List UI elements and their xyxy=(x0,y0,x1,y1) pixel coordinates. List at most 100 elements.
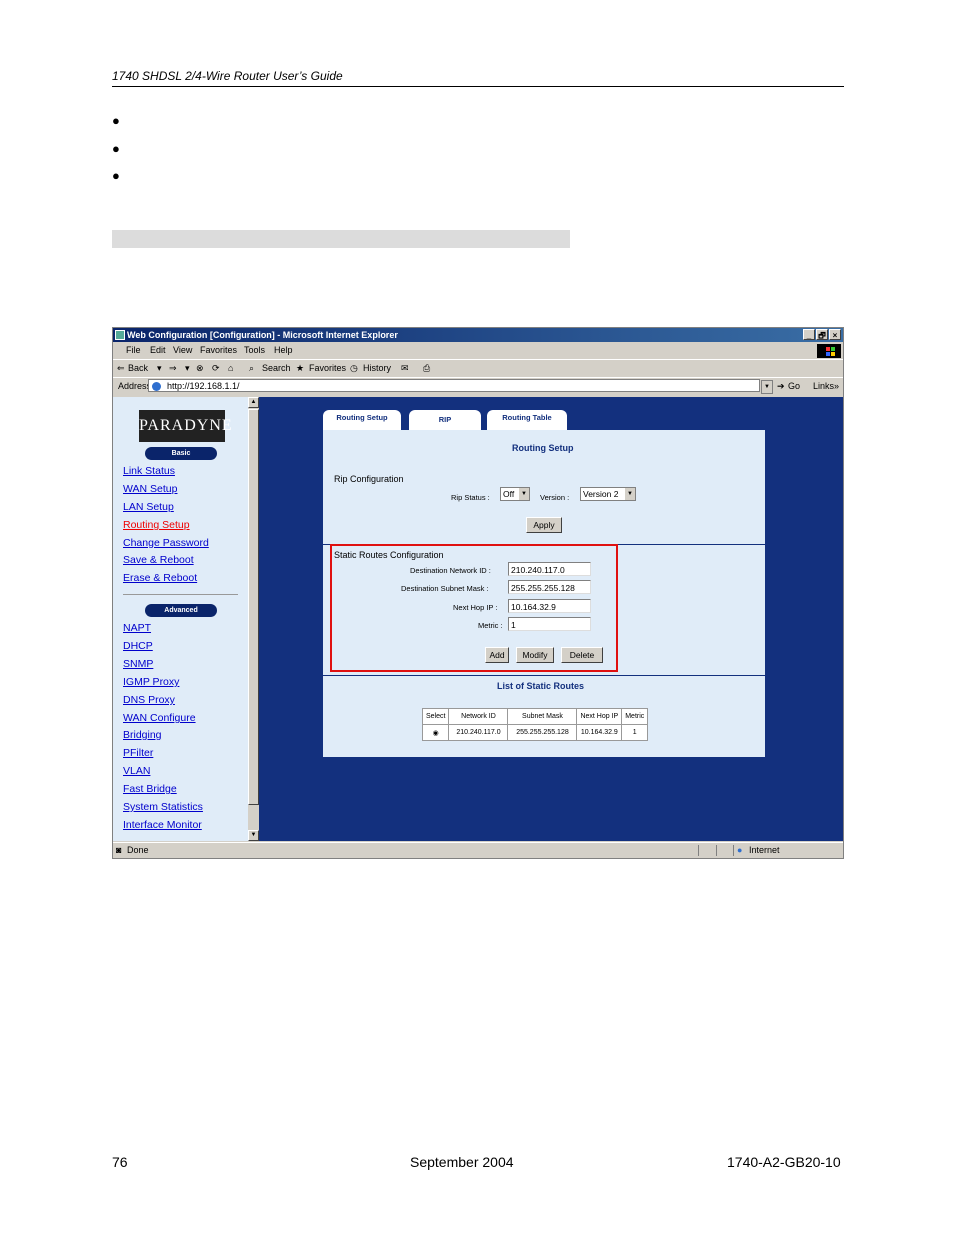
address-dropdown-icon[interactable]: ▼ xyxy=(761,380,773,394)
back-button[interactable]: Back xyxy=(128,360,148,377)
favorites-icon[interactable]: ★ xyxy=(296,360,304,377)
dest-network-label: Destination Network ID : xyxy=(410,566,491,575)
search-icon[interactable]: ⌕ xyxy=(249,360,254,377)
sidebar-scrollbar[interactable]: ▲ ▼ xyxy=(248,397,259,841)
nav-fast-bridge[interactable]: Fast Bridge xyxy=(123,783,177,795)
links-button[interactable]: Links xyxy=(813,378,834,395)
nav-vlan[interactable]: VLAN xyxy=(123,765,150,777)
dest-network-input[interactable]: 210.240.117.0 xyxy=(508,562,591,576)
forward-button[interactable]: ⇒ xyxy=(169,360,177,377)
nav-igmp-proxy[interactable]: IGMP Proxy xyxy=(123,676,179,688)
column-header: Subnet Mask xyxy=(507,708,578,725)
sidebar: PARADYNE Basic Link Status WAN Setup LAN… xyxy=(113,397,259,841)
metric-label: Metric : xyxy=(478,621,503,630)
address-input[interactable]: http://192.168.1.1/ xyxy=(148,379,760,392)
history-button[interactable]: History xyxy=(363,360,391,377)
close-button[interactable]: × xyxy=(829,329,841,340)
tab-routing-setup[interactable]: Routing Setup xyxy=(323,410,401,430)
nav-change-password[interactable]: Change Password xyxy=(123,537,209,549)
nav-save-reboot[interactable]: Save & Reboot xyxy=(123,554,194,566)
dest-mask-input[interactable]: 255.255.255.128 xyxy=(508,580,591,594)
scroll-up-icon[interactable]: ▲ xyxy=(248,397,259,408)
search-button[interactable]: Search xyxy=(262,360,291,377)
nav-dhcp[interactable]: DHCP xyxy=(123,640,153,652)
apply-button[interactable]: Apply xyxy=(526,517,562,533)
nav-routing-setup[interactable]: Routing Setup xyxy=(123,519,190,531)
rip-section-label: Rip Configuration xyxy=(334,474,404,484)
dropdown-arrow-icon[interactable]: ▾ xyxy=(185,360,190,377)
scrollbar-thumb[interactable] xyxy=(248,409,259,805)
dest-mask-label: Destination Subnet Mask : xyxy=(401,584,489,593)
nav-system-statistics[interactable]: System Statistics xyxy=(123,801,203,813)
rip-status-value: Off xyxy=(503,489,515,499)
table-header-row: Select Network ID Subnet Mask Next Hop I… xyxy=(421,708,649,725)
nav-interface-monitor[interactable]: Interface Monitor xyxy=(123,819,202,831)
nav-dns-proxy[interactable]: DNS Proxy xyxy=(123,694,175,706)
menu-tools[interactable]: Tools xyxy=(244,343,265,358)
menu-help[interactable]: Help xyxy=(274,343,293,358)
tab-rip[interactable]: RIP xyxy=(409,410,481,430)
status-divider xyxy=(733,845,734,856)
favorites-button[interactable]: Favorites xyxy=(309,360,346,377)
menu-favorites[interactable]: Favorites xyxy=(200,343,237,358)
status-divider xyxy=(698,845,699,856)
minimize-button[interactable]: _ xyxy=(803,329,815,340)
routing-setup-panel: Routing Setup Rip Configuration Rip Stat… xyxy=(323,430,765,757)
add-button[interactable]: Add xyxy=(485,647,509,663)
scroll-down-icon[interactable]: ▼ xyxy=(248,830,259,841)
document-header-title: 1740 SHDSL 2/4-Wire Router User’s Guide xyxy=(112,69,343,83)
dropdown-arrow-icon[interactable]: ▾ xyxy=(157,360,162,377)
main-content: Routing Setup RIP Routing Table Routing … xyxy=(259,397,843,841)
nav-erase-reboot[interactable]: Erase & Reboot xyxy=(123,572,197,584)
menu-view[interactable]: View xyxy=(173,343,192,358)
version-select[interactable]: Version 2 ▼ xyxy=(580,487,636,501)
refresh-icon[interactable]: ⟳ xyxy=(212,360,220,377)
delete-button[interactable]: Delete xyxy=(561,647,603,663)
column-header: Network ID xyxy=(448,708,509,725)
modify-button[interactable]: Modify xyxy=(516,647,554,663)
page-icon xyxy=(152,382,161,391)
nav-pfilter[interactable]: PFilter xyxy=(123,747,153,759)
sidebar-divider xyxy=(123,594,238,595)
cell-network-id: 210.240.117.0 xyxy=(448,724,509,741)
nav-link-status[interactable]: Link Status xyxy=(123,465,175,477)
print-icon[interactable]: ⎙ xyxy=(423,360,430,377)
maximize-button[interactable]: 🗗 xyxy=(816,329,828,340)
select-radio[interactable]: ◉ xyxy=(421,724,450,741)
chevron-right-icon[interactable]: » xyxy=(834,378,839,395)
bullet: ● xyxy=(112,141,120,156)
status-divider xyxy=(716,845,717,856)
address-value: http://192.168.1.1/ xyxy=(167,381,240,391)
nav-lan-setup[interactable]: LAN Setup xyxy=(123,501,174,513)
back-arrow-icon[interactable]: ⇐ xyxy=(117,360,125,377)
go-button[interactable]: Go xyxy=(788,378,800,395)
basic-section-badge: Basic xyxy=(145,447,217,460)
ie-icon xyxy=(115,330,125,340)
stop-icon[interactable]: ⊗ xyxy=(196,360,204,377)
menu-edit[interactable]: Edit xyxy=(150,343,166,358)
metric-input[interactable]: 1 xyxy=(508,617,591,631)
footer-page-number: 76 xyxy=(112,1154,128,1170)
address-label: Address xyxy=(118,381,152,391)
chevron-down-icon: ▼ xyxy=(519,488,529,500)
nav-bridging[interactable]: Bridging xyxy=(123,729,162,741)
nav-wan-configure[interactable]: WAN Configure xyxy=(123,712,196,724)
rip-status-select[interactable]: Off ▼ xyxy=(500,487,530,501)
status-bar: ◙ Done ● Internet xyxy=(113,842,843,858)
menu-file[interactable]: File xyxy=(126,343,141,358)
version-label: Version : xyxy=(540,493,570,502)
next-hop-label: Next Hop IP : xyxy=(453,603,498,612)
section-divider xyxy=(323,675,765,676)
home-icon[interactable]: ⌂ xyxy=(228,360,233,377)
list-title: List of Static Routes xyxy=(497,681,585,691)
go-arrow-icon[interactable]: ➔ xyxy=(777,378,785,395)
nav-snmp[interactable]: SNMP xyxy=(123,658,153,670)
nav-napt[interactable]: NAPT xyxy=(123,622,151,634)
tab-routing-table[interactable]: Routing Table xyxy=(487,410,567,430)
bullet: ● xyxy=(112,113,120,128)
history-icon[interactable]: ◷ xyxy=(350,360,358,377)
mail-icon[interactable]: ✉ xyxy=(401,360,409,377)
next-hop-input[interactable]: 10.164.32.9 xyxy=(508,599,591,613)
chevron-down-icon: ▼ xyxy=(625,488,635,500)
nav-wan-setup[interactable]: WAN Setup xyxy=(123,483,177,495)
